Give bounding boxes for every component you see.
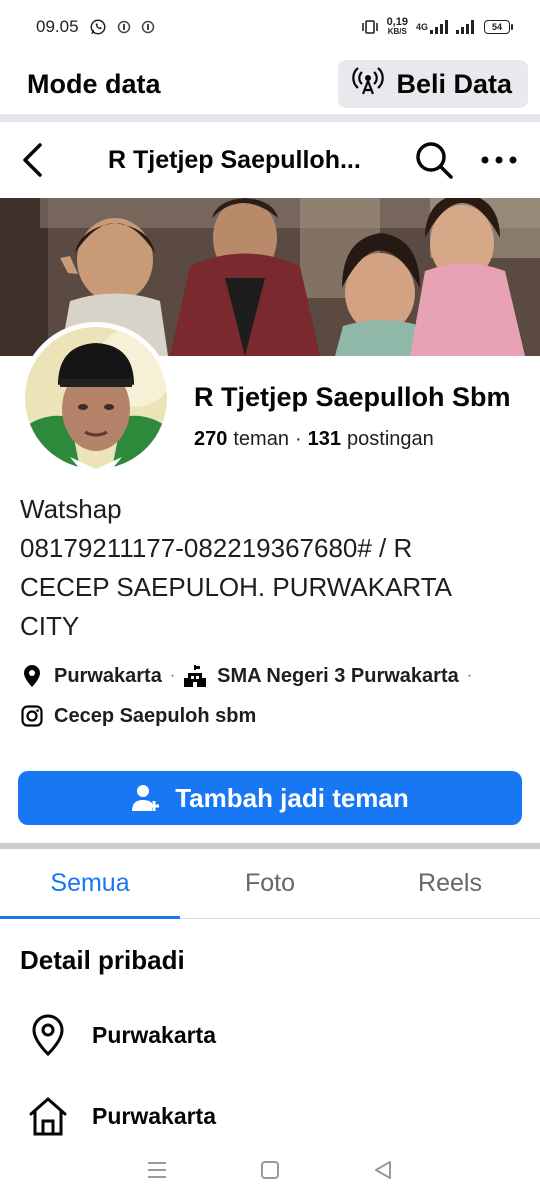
tab-reels[interactable]: Reels	[360, 849, 540, 918]
add-friend-icon	[132, 785, 160, 811]
back-triangle-icon	[375, 1161, 392, 1179]
add-friend-button[interactable]: Tambah jadi teman	[18, 771, 522, 825]
bio-line: Watshap	[20, 494, 122, 524]
divider	[0, 114, 540, 122]
home-nav-button[interactable]	[255, 1155, 285, 1185]
notification-icon	[117, 20, 131, 34]
back-nav-button[interactable]	[368, 1155, 398, 1185]
more-options-button[interactable]	[479, 140, 519, 180]
mode-data-title: Mode data	[27, 68, 161, 99]
bio-line: 08179211177-082219367680# / R	[20, 533, 413, 563]
profile-tabs: Semua Foto Reels	[0, 849, 540, 919]
stats-separator: ·	[294, 428, 302, 450]
home-icon	[28, 1094, 68, 1138]
tab-semua[interactable]: Semua	[0, 849, 180, 919]
notification-icon-2	[141, 20, 155, 34]
signal-icon	[456, 20, 476, 34]
bio-line: CECEP SAEPULOH. PURWAKARTA	[20, 572, 453, 602]
add-friend-label: Tambah jadi teman	[175, 782, 409, 813]
whatsapp-icon	[89, 18, 107, 36]
search-icon	[416, 142, 453, 179]
more-icon	[481, 156, 517, 164]
header-title: R Tjetjep Saepulloh...	[108, 145, 361, 174]
beli-data-label: Beli Data	[396, 68, 512, 99]
status-time: 09.05	[36, 17, 79, 36]
instagram-icon	[20, 704, 44, 728]
signal-4g-icon: 4G	[416, 20, 448, 34]
friends-label[interactable]: teman	[233, 428, 289, 451]
back-button[interactable]	[20, 140, 56, 180]
tab-foto[interactable]: Foto	[180, 849, 360, 918]
profile-bio: Watshap 08179211177-082219367680# / R CE…	[20, 490, 520, 646]
broadcast-icon	[352, 66, 385, 103]
profile-avatar[interactable]	[20, 322, 172, 474]
beli-data-button[interactable]: Beli Data	[338, 60, 528, 108]
profile-header: R Tjetjep Saepulloh...	[0, 122, 540, 198]
detail-row-location[interactable]: Purwakarta	[28, 1013, 216, 1057]
intro-school[interactable]: SMA Negeri 3 Purwakarta	[217, 665, 459, 688]
chevron-left-icon	[23, 143, 42, 177]
menu-nav-button[interactable]	[142, 1155, 172, 1185]
avatar-image	[25, 327, 167, 469]
intro-dot: ·	[466, 667, 473, 684]
friends-count[interactable]: 270	[194, 428, 227, 451]
intro-row-instagram: Cecep Saepuloh sbm	[20, 704, 256, 728]
location-pin-icon	[20, 664, 44, 688]
menu-icon	[147, 1162, 166, 1178]
intro-row: Purwakarta · SMA Negeri 3 Purwakarta ·	[20, 664, 480, 688]
mode-data-bar: Mode data Beli Data	[0, 54, 540, 114]
system-nav-bar	[0, 1140, 540, 1200]
location-pin-icon	[28, 1013, 68, 1057]
detail-row-home[interactable]: Purwakarta	[28, 1094, 216, 1138]
posts-count: 131	[307, 428, 342, 450]
school-icon	[183, 664, 207, 688]
search-button[interactable]	[413, 139, 455, 181]
profile-stats: 270 teman · 131 postingan	[194, 428, 434, 451]
posts-label: postingan	[347, 428, 434, 450]
intro-instagram[interactable]: Cecep Saepuloh sbm	[54, 705, 256, 728]
detail-home-text: Purwakarta	[92, 1102, 217, 1129]
square-icon	[260, 1161, 279, 1179]
detail-location-text: Purwakarta	[92, 1021, 217, 1048]
details-title: Detail pribadi	[20, 945, 185, 975]
net-speed: 0,19 KB/S	[386, 16, 408, 37]
vibrate-icon	[361, 19, 379, 35]
intro-location[interactable]: Purwakarta	[54, 665, 162, 688]
profile-name: R Tjetjep Saepulloh Sbm	[194, 382, 511, 412]
intro-dot: ·	[169, 667, 176, 684]
battery-icon: 54	[484, 20, 513, 34]
status-bar: 09.05 0,19 KB/S 4G 54	[0, 0, 540, 54]
bio-line: CITY	[20, 611, 80, 641]
